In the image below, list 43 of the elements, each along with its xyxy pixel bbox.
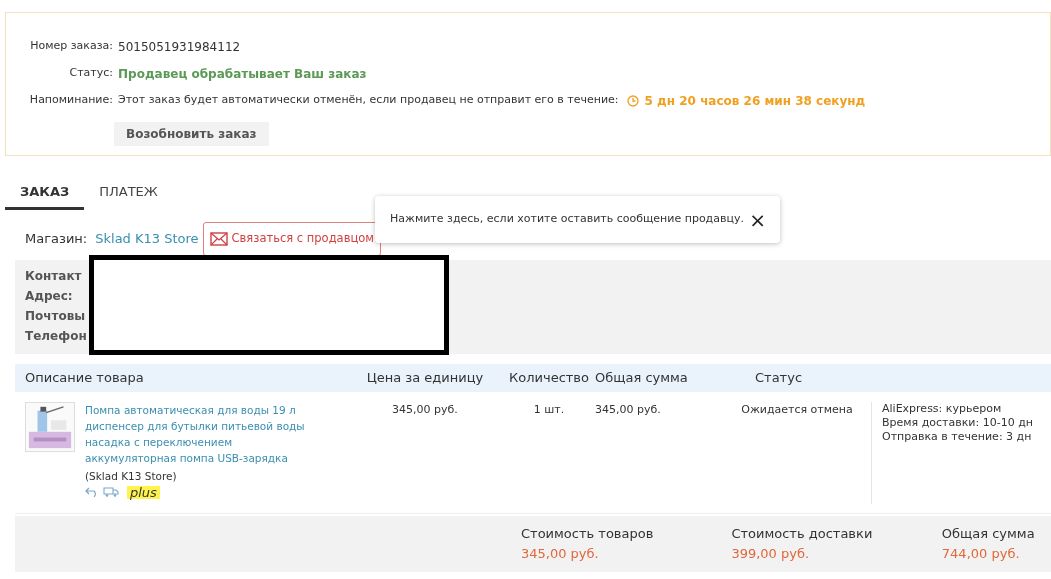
- column-header: Статус: [754, 369, 804, 388]
- tab[interactable]: ПЛАТЕЖ: [84, 176, 173, 210]
- countdown: 5 дн 20 часов 26 мин 38 секунд: [644, 92, 866, 110]
- product-link[interactable]: Помпа автоматическая для воды 19 л диспенсер для бутылки питьевой воды насадка с переключением аккумуляторная помпа USB-зарядка: [85, 402, 305, 466]
- summary-label: Общая сумма: [941, 525, 1036, 543]
- status-text: Продавец обрабатывает Ваш заказ: [118, 65, 367, 83]
- order-number: 5015051931984112: [118, 38, 241, 56]
- shipping-info: AliExpress: курьером: [882, 402, 1003, 416]
- tooltip-text: Нажмите здесь, если хотите оставить сообщение продавцу.: [390, 211, 744, 228]
- total-cell-text: 345,00 руб.: [594, 402, 662, 418]
- reminder-label: Напоминание:: [28, 92, 114, 109]
- column-header: Описание товара: [24, 369, 145, 388]
- summary-value: 399,00 руб.: [731, 544, 811, 563]
- column-header: Цена за единицу: [365, 369, 485, 388]
- order-number-label: Номер заказа:: [29, 38, 114, 55]
- status-cell-text: Ожидается отмена: [740, 402, 854, 418]
- price-cell-text: 345,00 руб.: [391, 402, 459, 418]
- return-arrow-icon: [85, 487, 99, 498]
- summary-label: Стоимость доставки: [731, 525, 874, 543]
- shipping-info: Отправка в течение: 3 дн: [882, 430, 1033, 444]
- seller-name: (Sklad K13 Store): [85, 469, 178, 484]
- address-label: Телефон: [25, 328, 87, 345]
- resume-order-button[interactable]: Возобновить заказ: [114, 122, 269, 146]
- tab[interactable]: ЗАКАЗ: [5, 176, 85, 210]
- address-label: Контакт: [25, 268, 82, 285]
- reminder-text: Этот заказ будет автоматически отменён, если продавец не отправит его в течение:: [118, 92, 619, 109]
- envelope-icon: [209, 232, 228, 246]
- address-label: Адрес:: [25, 288, 73, 305]
- column-header: Количество: [508, 369, 590, 388]
- quantity-cell-text: 1 шт.: [532, 402, 566, 418]
- summary-value: 345,00 руб.: [521, 544, 600, 563]
- shipping-info: Время доставки: 10-10 дн: [882, 416, 1033, 430]
- store-label: Магазин:: [25, 230, 88, 249]
- store-link[interactable]: Sklad K13 Store: [95, 229, 199, 249]
- column-header: Общая сумма: [594, 369, 689, 388]
- truck-icon: [103, 487, 119, 498]
- address-label: Почтовы: [25, 308, 86, 325]
- summary-label: Стоимость товаров: [521, 525, 655, 543]
- plus-badge: plus: [127, 485, 160, 499]
- summary-value: 744,00 руб.: [941, 544, 1021, 563]
- status-label: Статус:: [68, 65, 114, 82]
- clock-icon: [626, 94, 639, 107]
- close-button[interactable]: ×: [749, 209, 766, 230]
